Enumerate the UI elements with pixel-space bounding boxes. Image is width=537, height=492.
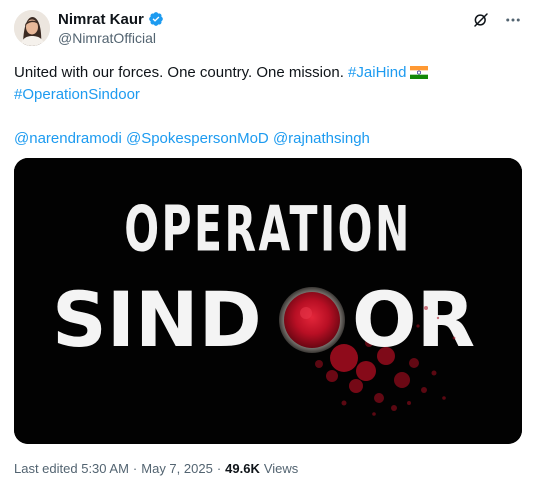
- india-flag-icon: [410, 64, 429, 79]
- more-icon[interactable]: [503, 10, 523, 30]
- author-handle[interactable]: @NimratOfficial: [58, 30, 156, 46]
- sindoor-bowl: [279, 287, 345, 353]
- media-title-bottom-right: OR: [352, 275, 475, 364]
- tweet-text-line-1: United with our forces. One country. One…: [14, 62, 524, 84]
- tweet-text-plain: United with our forces. One country. One…: [14, 64, 344, 81]
- avatar[interactable]: [14, 10, 50, 46]
- media-title-bottom-left: SIND: [52, 275, 262, 364]
- author-name-row: Nimrat Kaur: [58, 10, 164, 28]
- tweet-text-line-2: #OperationSindoor: [14, 84, 524, 106]
- tweet-meta: Last edited 5:30 AM · May 7, 2025 · 49.6…: [14, 461, 298, 476]
- media-title-top: OPERATION: [124, 194, 412, 266]
- verified-badge-icon: [148, 11, 164, 27]
- tweet-media-image[interactable]: OPERATION SIND OR: [14, 158, 522, 444]
- hashtag-jaihind[interactable]: #JaiHind: [348, 64, 406, 81]
- meta-separator: ·: [132, 461, 138, 476]
- author-display-name[interactable]: Nimrat Kaur: [58, 11, 144, 28]
- tweet-text-spacer: [14, 106, 524, 128]
- views-count: 49.6K: [225, 461, 260, 476]
- mention-narendramodi[interactable]: @narendramodi: [14, 130, 122, 147]
- grok-icon[interactable]: [471, 10, 491, 30]
- tweet-text-line-3: @narendramodi @SpokespersonMoD @rajnaths…: [14, 128, 524, 150]
- tweet-text: United with our forces. One country. One…: [14, 62, 524, 150]
- tweet: Nimrat Kaur @NimratOfficial United with …: [0, 0, 537, 492]
- edited-timestamp[interactable]: Last edited 5:30 AM: [14, 461, 129, 476]
- mention-spokespersonmod[interactable]: @SpokespersonMoD: [126, 130, 269, 147]
- views-label: Views: [263, 461, 299, 476]
- hashtag-operationsindoor[interactable]: #OperationSindoor: [14, 86, 140, 103]
- mention-rajnathsingh[interactable]: @rajnathsingh: [273, 130, 370, 147]
- tweet-actions: [471, 10, 523, 30]
- meta-separator: ·: [216, 461, 222, 476]
- tweet-date[interactable]: May 7, 2025: [141, 461, 213, 476]
